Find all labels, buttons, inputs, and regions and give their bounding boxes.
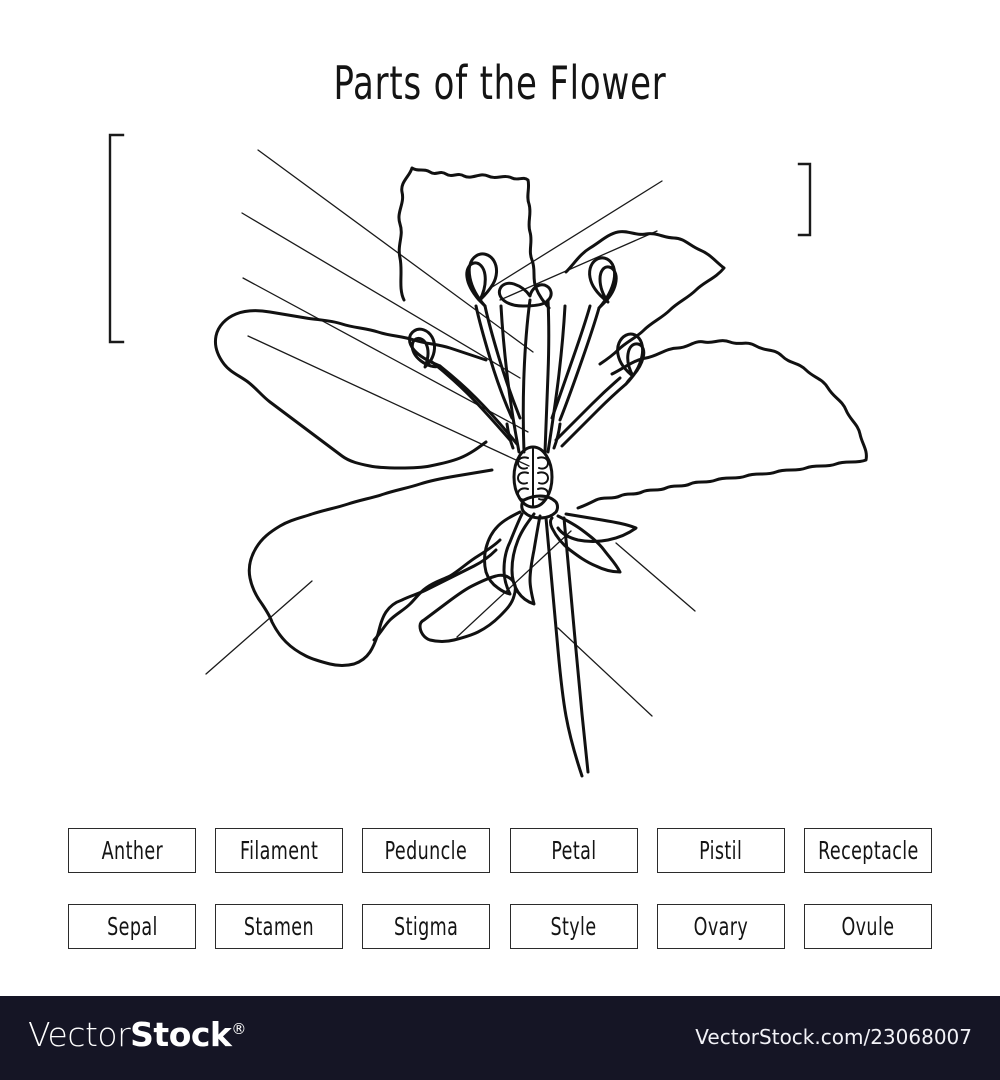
label-anther[interactable]: Anther: [68, 828, 196, 873]
petal-lower-left-edge: [372, 538, 502, 642]
style-edge: [543, 298, 551, 454]
label-style[interactable]: Style: [509, 904, 638, 949]
ovule-right-1: [537, 456, 549, 470]
filament-2: [550, 304, 592, 420]
anther-3: [408, 327, 442, 369]
right-bracket: [797, 162, 812, 237]
leader-line-4: [247, 335, 530, 467]
leader-line-1: [257, 149, 534, 353]
label-sepal[interactable]: Sepal: [68, 904, 196, 949]
label-peduncle[interactable]: Peduncle: [362, 828, 491, 873]
label-ovule-text: Ovule: [841, 912, 895, 941]
label-ovule[interactable]: Ovule: [803, 904, 932, 949]
stock-url: VectorStock.com/23068007: [695, 1025, 972, 1049]
petal-lower-left: [247, 468, 498, 667]
sepal-right: [549, 514, 622, 574]
stamen-base-right: [552, 422, 562, 450]
label-anther-text: Anther: [101, 836, 163, 865]
flower-diagram: [108, 133, 868, 778]
label-stigma-text: Stigma: [394, 912, 459, 941]
label-receptacle-text: Receptacle: [817, 836, 919, 865]
leader-line-10: [615, 542, 696, 612]
left-bracket: [108, 133, 125, 344]
label-bank: Anther Filament Peduncle Petal Pistil Re…: [68, 828, 932, 949]
label-ovary[interactable]: Ovary: [656, 904, 785, 949]
brand-light-text: Vector: [28, 1015, 131, 1054]
brand-bold-text: Stock: [130, 1015, 232, 1054]
ovule-left-2: [517, 471, 529, 485]
label-pistil[interactable]: Pistil: [656, 828, 785, 873]
filament-6: [546, 304, 567, 454]
label-peduncle-text: Peduncle: [385, 836, 468, 865]
poster-canvas: Parts of the Flower Anther Filament Pedu…: [0, 0, 1000, 1080]
label-ovary-text: Ovary: [693, 912, 748, 941]
anther-1: [465, 252, 498, 308]
label-filament-text: Filament: [240, 836, 319, 865]
label-stamen[interactable]: Stamen: [215, 904, 344, 949]
stigma: [497, 281, 553, 308]
style: [521, 298, 532, 454]
label-pistil-text: Pistil: [699, 836, 743, 865]
label-row-2: Sepal Stamen Stigma Style Ovary Ovule: [68, 904, 932, 949]
flower-line-art: [214, 166, 868, 778]
anther-2: [588, 256, 618, 310]
ovule-right-3: [537, 487, 549, 501]
label-style-text: Style: [550, 912, 597, 941]
leader-line-9: [557, 627, 653, 717]
label-stigma[interactable]: Stigma: [362, 904, 491, 949]
label-filament[interactable]: Filament: [215, 828, 344, 873]
leader-lines: [205, 149, 696, 717]
leader-line-7: [205, 580, 313, 675]
label-petal-text: Petal: [550, 836, 597, 865]
watermark-bar: VectorStock® VectorStock.com/23068007: [0, 996, 1000, 1080]
ovule-right-2: [537, 471, 549, 485]
sepal-far-right: [556, 512, 638, 543]
label-row-1: Anther Filament Peduncle Petal Pistil Re…: [68, 828, 932, 873]
label-stamen-text: Stamen: [244, 912, 315, 941]
vectorstock-logo: VectorStock®: [28, 1018, 246, 1051]
label-receptacle[interactable]: Receptacle: [803, 828, 932, 873]
registered-mark-icon: ®: [231, 1020, 247, 1038]
label-petal[interactable]: Petal: [509, 828, 638, 873]
label-sepal-text: Sepal: [106, 912, 158, 941]
petal-right-upper: [564, 230, 726, 366]
